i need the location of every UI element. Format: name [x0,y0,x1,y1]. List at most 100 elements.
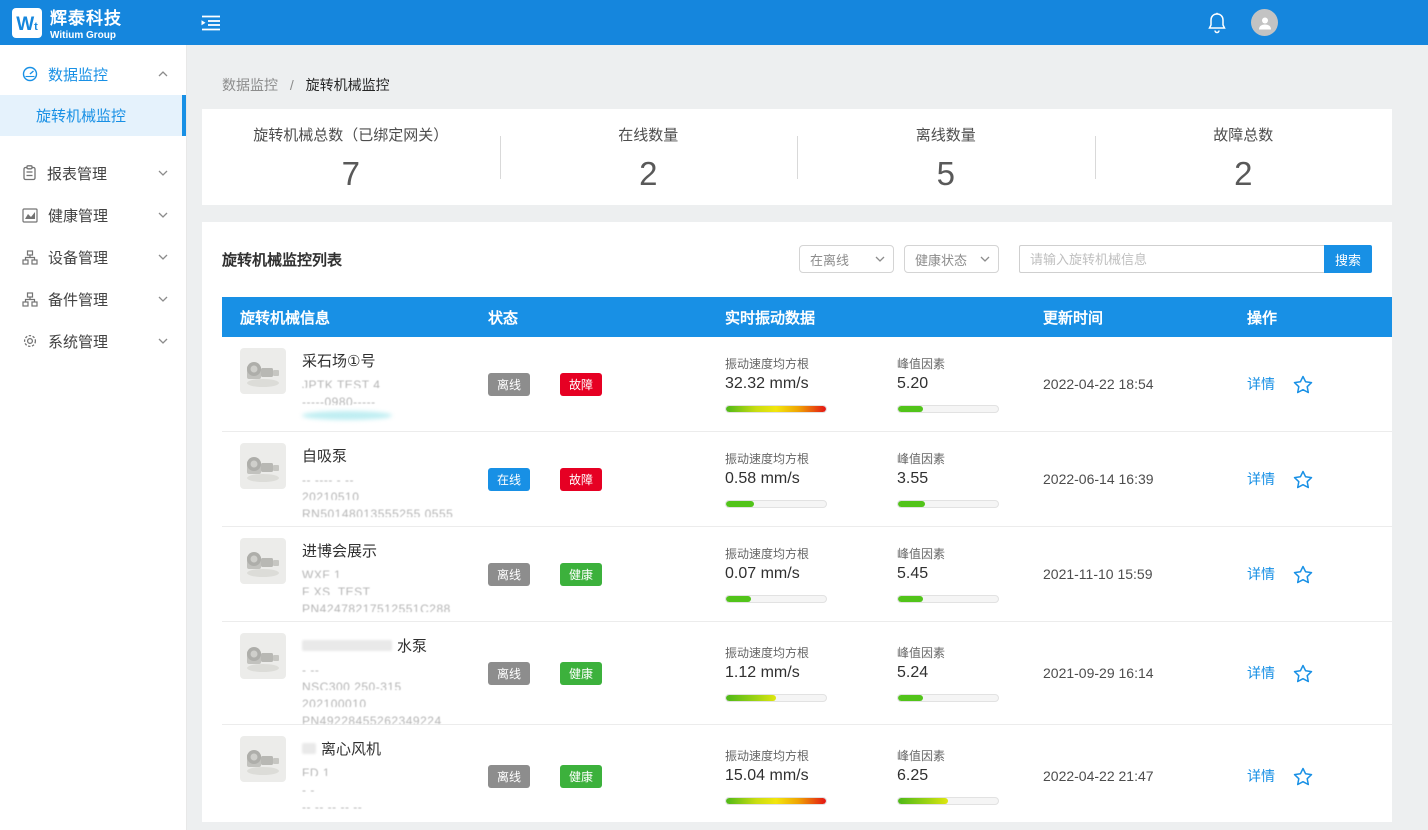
peak-factor-label: 峰值因素 [897,545,1025,562]
machine-serial-redacted: FD 1 [302,766,381,776]
peak-factor-value: 3.55 [897,470,1025,488]
stats-summary-card: 旋转机械总数（已绑定网关） 7 在线数量 2 离线数量 5 故障总数 2 [202,109,1392,205]
detail-link[interactable]: 详情 [1247,374,1275,394]
main-content: 数据监控 / 旋转机械监控 旋转机械总数（已绑定网关） 7 在线数量 2 离线数… [187,45,1428,830]
machine-serial-redacted: 202100010 [302,697,442,707]
machine-thumbnail [240,736,286,782]
stat-value: 2 [500,155,798,193]
star-favorite-icon[interactable] [1293,664,1313,683]
vibration-value: 0.58 mm/s [725,470,897,488]
table-row: 进博会展示 WXF 1F XS_TESTPN42478217512551C288… [222,527,1392,622]
peak-factor-value: 5.45 [897,565,1025,583]
machine-name: 自吸泵 [302,445,453,466]
dashboard-gauge-icon [22,66,38,82]
online-status-badge: 离线 [488,373,530,396]
health-status-badge: 健康 [560,765,602,788]
machine-serial-redacted: -- -- -- -- [302,817,381,822]
machine-serial-redacted: -----0980----- [302,395,392,405]
stat-label: 故障总数 [1095,124,1393,145]
stat-label: 旋转机械总数（已绑定网关） [202,124,500,145]
brand-subtitle: Witium Group [50,30,122,41]
machine-search-input[interactable] [1019,245,1324,273]
table-row: 离心风机 FD 1- --- -- -- -- ---- -- -- -- 离线… [222,725,1392,822]
star-favorite-icon[interactable] [1293,470,1313,489]
sidebar-item-spareparts-mgmt[interactable]: 备件管理 [0,278,186,320]
machine-serial-redacted: -- ---- - -- [302,473,453,483]
sidebar-item-label: 数据监控 [48,64,108,85]
machine-name: 进博会展示 [302,540,451,561]
breadcrumb-current: 旋转机械监控 [306,77,390,93]
peak-factor-value: 5.24 [897,664,1025,682]
stat-label: 在线数量 [500,124,798,145]
select-value: 在离线 [810,250,849,269]
peak-factor-bar [897,797,999,805]
detail-link[interactable]: 详情 [1247,469,1275,489]
sidebar-item-report-mgmt[interactable]: 报表管理 [0,152,186,194]
vibration-value: 15.04 mm/s [725,767,897,785]
peak-factor-metric: 峰值因素 5.20 [897,355,1025,413]
stat-value: 5 [797,155,1095,193]
sidebar-item-rotating-machine-monitor[interactable]: 旋转机械监控 [0,95,186,136]
stat-fault-count: 故障总数 2 [1095,122,1393,193]
stat-label: 离线数量 [797,124,1095,145]
col-header-updated: 更新时间 [1025,307,1229,328]
vibration-label: 振动速度均方根 [725,545,897,562]
col-header-actions: 操作 [1229,307,1392,328]
machine-serial-redacted: -- -- -- -- -- [302,800,381,810]
vibration-bar [725,595,827,603]
sidebar-item-data-monitor[interactable]: 数据监控 [0,53,186,95]
detail-link[interactable]: 详情 [1247,766,1275,786]
sidebar-item-label: 健康管理 [48,205,108,226]
star-favorite-icon[interactable] [1293,767,1313,786]
detail-link[interactable]: 详情 [1247,564,1275,584]
peak-factor-label: 峰值因素 [897,747,1025,764]
menu-fold-icon[interactable] [201,14,221,32]
peak-factor-metric: 峰值因素 5.45 [897,545,1025,603]
peak-factor-value: 6.25 [897,767,1025,785]
chevron-down-icon [158,254,168,260]
col-header-status: 状态 [470,307,707,328]
detail-link[interactable]: 详情 [1247,663,1275,683]
machine-serial-redacted: RN50148013555255 0555 [302,507,453,517]
health-status-select[interactable]: 健康状态 [904,245,999,273]
sidebar-item-health-mgmt[interactable]: 健康管理 [0,194,186,236]
brand-logo: Wt 辉泰科技 Witium Group [0,4,187,41]
vibration-label: 振动速度均方根 [725,355,897,372]
machine-thumbnail [240,443,286,489]
stat-online-count: 在线数量 2 [500,122,798,193]
search-button[interactable]: 搜索 [1324,245,1372,273]
sidebar-item-system-mgmt[interactable]: 系统管理 [0,320,186,362]
sidebar-item-label: 报表管理 [47,163,107,184]
chevron-down-icon [158,296,168,302]
redaction-smudge [302,411,392,420]
online-status-select[interactable]: 在离线 [799,245,894,273]
health-status-badge: 健康 [560,662,602,685]
vibration-metric: 振动速度均方根 0.07 mm/s [725,545,897,603]
settings-gear-icon [22,333,38,349]
vibration-bar [725,500,827,508]
chevron-up-icon [158,71,168,77]
stat-offline-count: 离线数量 5 [797,122,1095,193]
vibration-value: 32.32 mm/s [725,375,897,393]
brand-logo-icon: Wt [12,8,42,38]
peak-factor-metric: 峰值因素 6.25 [897,747,1025,805]
stat-value: 2 [1095,155,1393,193]
star-favorite-icon[interactable] [1293,375,1313,394]
vibration-bar [725,694,827,702]
machine-serial-redacted: F XS_TEST [302,585,451,595]
notification-bell-icon[interactable] [1207,12,1227,34]
sidebar-item-device-mgmt[interactable]: 设备管理 [0,236,186,278]
machine-name: 采石场①号 [302,350,392,371]
vibration-label: 振动速度均方根 [725,644,897,661]
chevron-down-icon [875,256,885,262]
user-avatar[interactable] [1251,9,1278,36]
peak-factor-value: 5.20 [897,375,1025,393]
machine-serial-redacted: PN49228455262349224 [302,714,442,724]
star-favorite-icon[interactable] [1293,565,1313,584]
updated-time: 2022-04-22 18:54 [1025,376,1229,392]
breadcrumb-separator: / [290,77,294,93]
machine-serial-redacted: PN42478217512551C288 [302,602,451,612]
chevron-down-icon [158,170,168,176]
breadcrumb-parent[interactable]: 数据监控 [222,77,278,93]
table-row: 水泵 - --NSC300 250-315202100010PN49228455… [222,622,1392,725]
